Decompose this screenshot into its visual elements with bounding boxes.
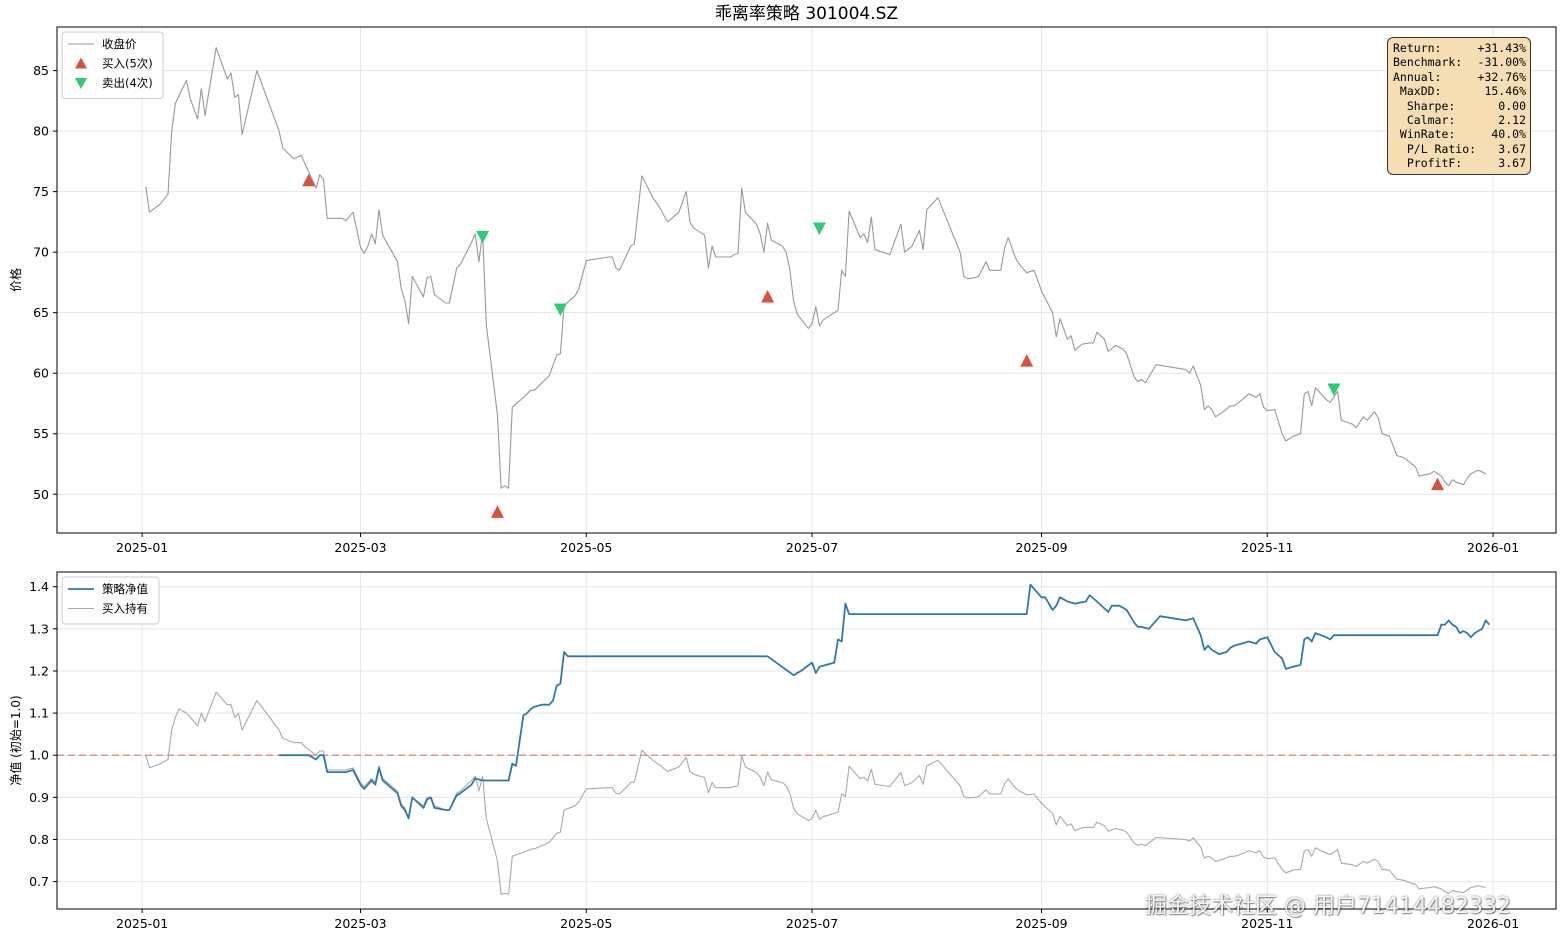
stat-value: 3.67: [1498, 156, 1526, 171]
legend-label: 收盘价: [102, 37, 137, 51]
y-tick-label: 0.9: [29, 790, 49, 805]
stat-label: Calmar:: [1393, 113, 1456, 128]
stat-row: Return: +31.43%: [1393, 41, 1526, 55]
x-tick-label: 2025-01: [116, 540, 168, 555]
stat-label: ProfitF:: [1393, 156, 1463, 171]
x-tick-label: 2025-09: [1015, 540, 1067, 555]
stat-value: 40.0%: [1491, 127, 1526, 142]
stat-label: Sharpe:: [1393, 98, 1456, 113]
x-tick-label: 2025-03: [334, 916, 386, 931]
stat-row: MaxDD: 15.46%: [1393, 84, 1526, 98]
y-tick-label: 70: [33, 245, 49, 260]
strategy-nav-line: [279, 583, 1491, 820]
stat-label: Return:: [1393, 41, 1442, 55]
chart-title: 乖离率策略 301004.SZ: [715, 4, 898, 24]
stat-value: -31.00%: [1477, 55, 1526, 70]
y-tick-label: 60: [33, 366, 49, 381]
y-tick-label: 85: [33, 63, 49, 78]
buy-marker: [761, 289, 775, 303]
close-price-line: [145, 47, 1486, 489]
sell-marker: [476, 230, 490, 244]
stat-row: Annual: +32.76%: [1393, 70, 1526, 84]
stat-row: ProfitF: 3.67: [1393, 156, 1526, 170]
figure: 2025-01 2025-03 2025-05 2025-07 2025-09 2025-…: [8, 4, 1557, 931]
legend-label: 卖出(4次): [102, 76, 153, 90]
x-tick-label: 2025-11: [1241, 540, 1293, 555]
y-axis-label: 价格: [8, 268, 23, 292]
axes-frame: [56, 26, 1557, 534]
stat-row: WinRate: 40.0%: [1393, 127, 1526, 141]
stat-value: 0.00: [1498, 98, 1526, 113]
watermark: 掘金技术社区 @ 用户71414482332: [1145, 894, 1511, 919]
y-tick-label: 1.0: [29, 748, 49, 763]
x-tick-label: 2025-09: [1015, 916, 1067, 931]
stat-label: Annual:: [1393, 69, 1442, 84]
stat-label: MaxDD:: [1393, 84, 1442, 99]
y-tick-label: 75: [33, 184, 49, 199]
stats-box: Return: +31.43% Benchmark: -31.00% Annual: +3…: [1387, 37, 1531, 175]
stat-value: 2.12: [1498, 113, 1526, 128]
axes-frame: [56, 571, 1557, 910]
y-tick-label: 65: [33, 305, 49, 320]
buy-marker: [1431, 477, 1445, 491]
x-tick-label: 2026-01: [1467, 540, 1519, 555]
sell-marker: [812, 222, 826, 235]
legend-label: 买入(5次): [102, 57, 153, 71]
stat-label: WinRate:: [1393, 127, 1456, 142]
y-tick-label: 1.4: [29, 579, 49, 594]
buy-marker: [1020, 354, 1034, 367]
y-axis-label: 净值 (初始=1.0): [8, 695, 23, 785]
y-tick-label: 1.1: [29, 706, 49, 721]
buy-hold-line: [145, 691, 1486, 895]
x-tick-label: 2025-05: [560, 540, 612, 555]
legend-label: 策略净值: [102, 582, 148, 596]
stat-row: Benchmark: -31.00%: [1393, 55, 1526, 69]
y-tick-label: 0.8: [29, 832, 49, 847]
x-tick-label: 2025-03: [334, 540, 386, 555]
y-tick-label: 50: [33, 487, 49, 502]
x-tick-label: 2025-05: [560, 916, 612, 931]
y-tick-label: 0.7: [29, 874, 49, 889]
y-tick-label: 1.2: [29, 663, 49, 678]
stat-row: P/L Ratio: 3.67: [1393, 142, 1526, 156]
x-tick-label: 2025-01: [116, 916, 168, 931]
buy-marker: [490, 505, 504, 518]
stat-value: 15.46%: [1484, 84, 1526, 99]
y-tick-label: 80: [33, 124, 49, 139]
stat-value: +32.76%: [1477, 69, 1526, 84]
x-tick-label: 2025-07: [786, 916, 838, 931]
sell-marker: [553, 303, 567, 317]
stat-value: 3.67: [1498, 141, 1526, 156]
stat-row: Sharpe: 0.00: [1393, 99, 1526, 113]
buy-marker: [302, 173, 316, 187]
x-tick-label: 2025-07: [786, 540, 838, 555]
y-tick-label: 1.3: [29, 621, 49, 636]
legend-label: 买入持有: [102, 602, 148, 616]
stat-value: +31.43%: [1477, 41, 1526, 55]
y-tick-label: 55: [33, 426, 49, 441]
stat-label: Benchmark:: [1393, 55, 1463, 70]
stat-row: Calmar: 2.12: [1393, 113, 1526, 127]
stat-label: P/L Ratio:: [1393, 141, 1477, 156]
